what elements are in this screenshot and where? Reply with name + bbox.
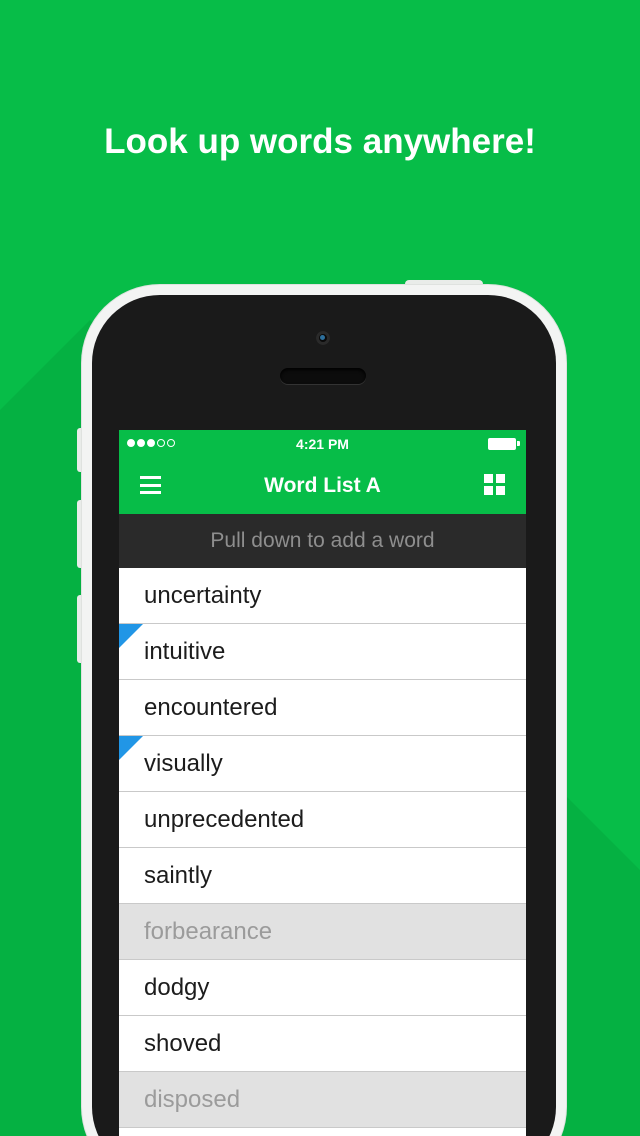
word-label: uncertainty xyxy=(144,582,262,609)
camera-icon xyxy=(316,331,330,345)
word-label: forbearance xyxy=(144,918,273,945)
word-label: dodgy xyxy=(144,974,210,1001)
word-row[interactable]: shoved xyxy=(119,1016,526,1072)
status-time: 4:21 PM xyxy=(296,436,349,452)
app-screen: 4:21 PM Word List A Pull down to add a w… xyxy=(119,430,526,1136)
word-row[interactable]: saintly xyxy=(119,848,526,904)
word-label: shoved xyxy=(144,1030,222,1057)
word-label: encountered xyxy=(144,694,278,721)
word-label: unprecedented xyxy=(144,806,305,833)
word-label: visually xyxy=(144,750,223,777)
flag-corner-icon xyxy=(119,736,143,760)
word-list: uncertainty intuitive encountered visually u… xyxy=(119,568,526,1136)
page-title: Word List A xyxy=(264,474,381,497)
word-label: saintly xyxy=(144,862,213,889)
flag-corner-icon xyxy=(119,624,143,648)
battery-icon xyxy=(488,438,520,450)
word-row[interactable]: uncertainty xyxy=(119,568,526,624)
word-row[interactable]: disposed xyxy=(119,1072,526,1128)
headline: Look up words anywhere! xyxy=(104,122,536,161)
word-row[interactable]: intuitive xyxy=(119,624,526,680)
speaker-grille xyxy=(280,368,366,384)
nav-bar: Word List A xyxy=(119,458,526,514)
grid-icon[interactable] xyxy=(484,474,505,495)
word-row[interactable]: unprecedented xyxy=(119,792,526,848)
status-bar: 4:21 PM xyxy=(119,430,526,458)
word-label: disposed xyxy=(144,1086,241,1113)
pull-to-add-hint[interactable]: Pull down to add a word xyxy=(119,514,526,568)
word-row[interactable] xyxy=(119,1128,526,1136)
word-row[interactable]: encountered xyxy=(119,680,526,736)
word-row[interactable]: dodgy xyxy=(119,960,526,1016)
word-row[interactable]: forbearance xyxy=(119,904,526,960)
word-row[interactable]: visually xyxy=(119,736,526,792)
word-label: intuitive xyxy=(144,638,226,665)
